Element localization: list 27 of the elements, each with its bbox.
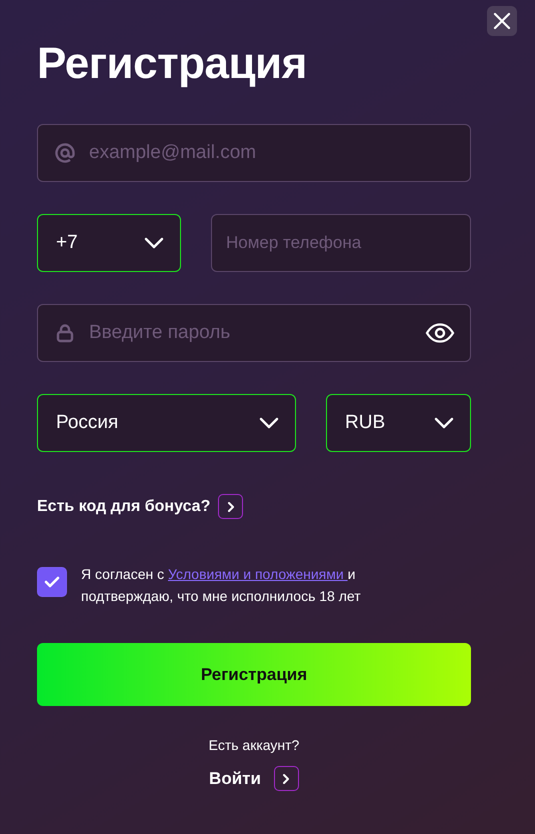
eye-icon[interactable] bbox=[425, 323, 455, 343]
login-link[interactable]: Войти bbox=[209, 768, 261, 788]
chevron-down-icon bbox=[259, 417, 279, 429]
register-button[interactable]: Регистрация bbox=[37, 643, 471, 706]
consent-text: Я согласен с Условиями и положениями и подтверждаю, что мне исполнилось 18 лет bbox=[81, 565, 362, 606]
login-arrow-button[interactable] bbox=[274, 766, 299, 791]
form-title: Регистрация bbox=[37, 38, 308, 90]
terms-link[interactable]: Условиями и положениями bbox=[168, 566, 348, 582]
chevron-right-icon bbox=[226, 500, 235, 512]
password-field[interactable]: Введите пароль bbox=[37, 304, 471, 362]
close-button[interactable] bbox=[487, 6, 517, 36]
chevron-down-icon bbox=[434, 417, 454, 429]
login-prompt: Есть аккаунт? bbox=[208, 737, 300, 753]
at-sign-icon bbox=[55, 143, 75, 163]
country-code-select[interactable]: +7 bbox=[37, 214, 181, 272]
close-icon bbox=[493, 12, 511, 30]
consent-checkbox[interactable] bbox=[37, 567, 67, 597]
checkmark-icon bbox=[44, 576, 60, 588]
phone-field[interactable]: Номер телефона bbox=[211, 214, 471, 272]
chevron-right-icon bbox=[282, 772, 290, 784]
email-field[interactable]: example@mail.com bbox=[37, 124, 471, 182]
country-select[interactable]: Россия bbox=[37, 394, 296, 452]
expand-button[interactable] bbox=[218, 494, 244, 519]
chevron-down-icon bbox=[144, 237, 164, 249]
bonus-code-link[interactable]: Есть код для бонуса? bbox=[37, 498, 210, 516]
currency-select[interactable]: RUB bbox=[326, 394, 471, 452]
lock-icon bbox=[55, 323, 75, 343]
